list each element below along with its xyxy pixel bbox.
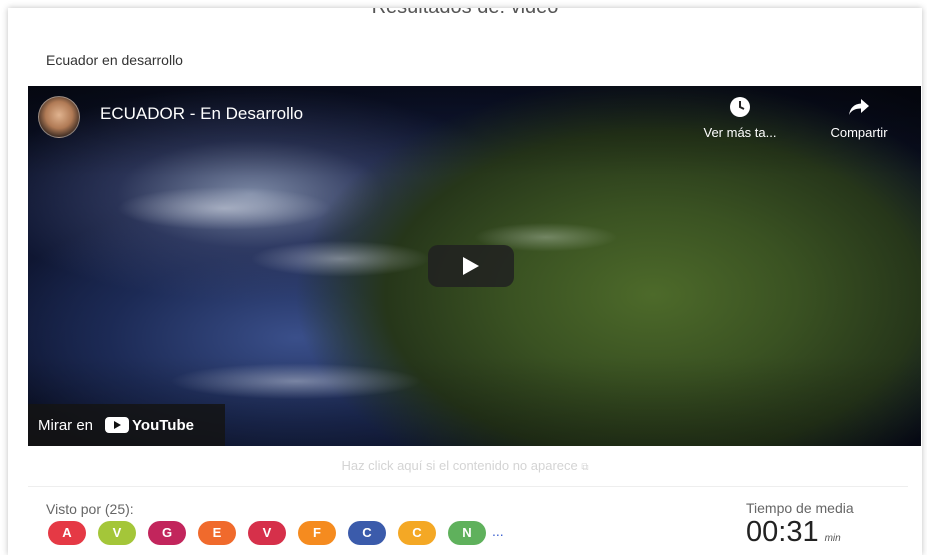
- divider: [28, 486, 908, 487]
- more-viewers-button[interactable]: ...: [492, 521, 506, 545]
- viewer-avatar[interactable]: V: [248, 521, 286, 545]
- activity-title: Ecuador en desarrollo: [46, 52, 183, 68]
- watch-later-label: Ver más ta...: [703, 125, 777, 140]
- share-arrow-icon: [814, 96, 904, 121]
- viewer-avatar[interactable]: E: [198, 521, 236, 545]
- share-label: Compartir: [830, 125, 888, 140]
- viewer-avatar[interactable]: G: [148, 521, 186, 545]
- viewer-avatar-list: A V G E V F C C N ...: [48, 521, 506, 545]
- page-title: Resultados de: video: [8, 8, 922, 36]
- media-time-value: 00:31 min: [746, 516, 841, 548]
- share-button[interactable]: Compartir: [814, 96, 904, 140]
- viewer-avatar[interactable]: A: [48, 521, 86, 545]
- watch-on-label: Mirar en: [38, 416, 94, 434]
- play-button[interactable]: [428, 245, 514, 287]
- watch-on-youtube-button[interactable]: Mirar en YouTube: [28, 404, 225, 446]
- media-time-unit: min: [824, 533, 841, 544]
- watch-later-button[interactable]: Ver más ta...: [690, 96, 790, 140]
- viewer-avatar[interactable]: C: [348, 521, 386, 545]
- youtube-logo-icon: YouTube: [105, 417, 194, 434]
- viewer-avatar[interactable]: C: [398, 521, 436, 545]
- results-card: Resultados de: video Ecuador en desarrol…: [8, 8, 922, 555]
- channel-avatar[interactable]: [38, 96, 80, 138]
- viewer-avatar[interactable]: V: [98, 521, 136, 545]
- viewer-avatar[interactable]: N: [448, 521, 486, 545]
- viewer-avatar[interactable]: F: [298, 521, 336, 545]
- content-fallback-link[interactable]: Haz click aquí si el contenido no aparec…: [8, 458, 922, 473]
- clock-icon: [690, 96, 790, 121]
- play-icon: [463, 257, 479, 275]
- video-player[interactable]: ECUADOR - En Desarrollo Ver más ta... Co…: [28, 86, 921, 446]
- media-time-label: Tiempo de media: [746, 500, 854, 516]
- viewed-by-label: Visto por (25):: [46, 501, 134, 517]
- external-link-icon: ⧉: [581, 462, 589, 473]
- video-title[interactable]: ECUADOR - En Desarrollo: [100, 104, 303, 124]
